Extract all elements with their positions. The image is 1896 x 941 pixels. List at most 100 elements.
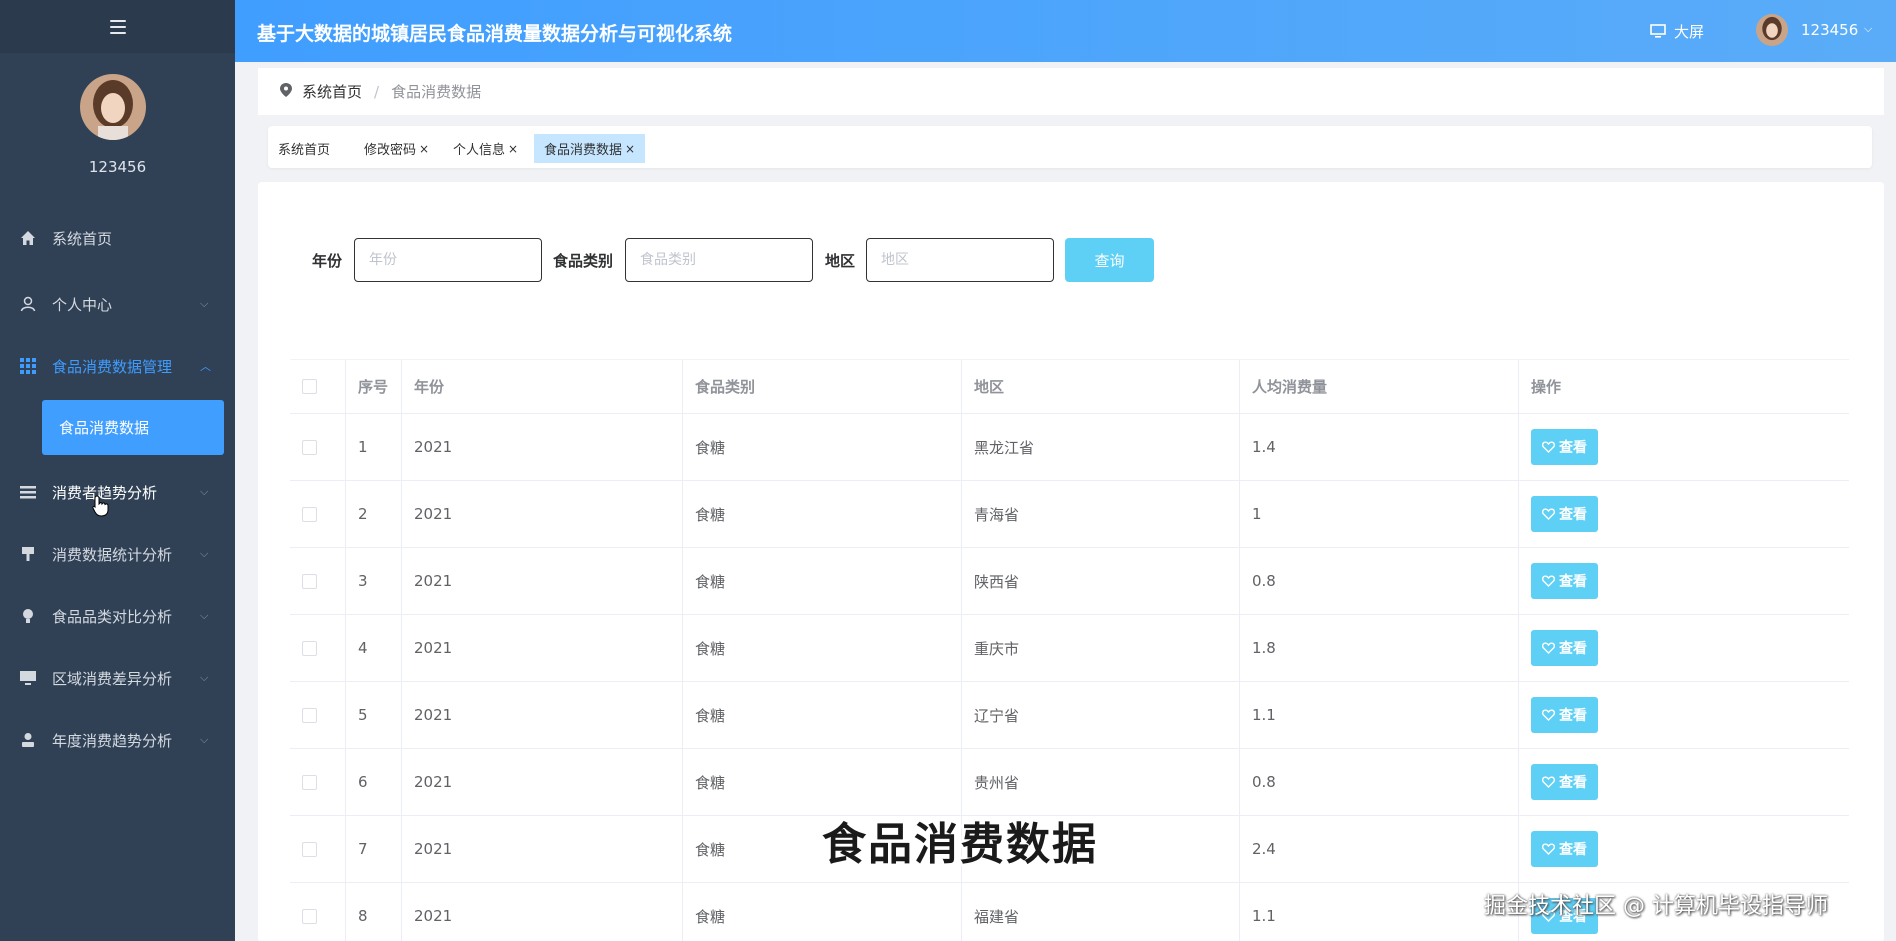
tag-label: 食品消费数据 xyxy=(544,143,623,158)
row-checkbox-cell xyxy=(290,414,346,480)
home-icon xyxy=(20,230,36,246)
table-row: 2 2021 食糖 青海省 1 查看 xyxy=(290,481,1849,548)
monitor-icon xyxy=(20,670,36,686)
close-icon[interactable]: × xyxy=(508,142,518,156)
table-cell: 黑龙江省 xyxy=(962,414,1240,480)
table-cell: 食糖 xyxy=(683,749,962,815)
chevron-down-icon: ⌵ xyxy=(200,671,209,684)
table-cell: 辽宁省 xyxy=(962,682,1240,748)
table-cell: 1.1 xyxy=(1240,883,1519,941)
select-all-checkbox-cell xyxy=(290,360,346,413)
bigscreen-link[interactable]: 大屏 xyxy=(1650,21,1704,42)
view-button-label: 查看 xyxy=(1559,440,1587,456)
col-header: 序号 xyxy=(346,360,402,413)
sidebar-item-category-compare[interactable]: 食品品类对比分析 ⌵ xyxy=(0,594,235,638)
sidebar-top xyxy=(0,0,235,53)
col-header: 食品类别 xyxy=(683,360,962,413)
table-row: 3 2021 食糖 陕西省 0.8 查看 xyxy=(290,548,1849,615)
col-header: 年份 xyxy=(402,360,683,413)
tags-view: 系统首页 修改密码 × 个人信息 × 食品消费数据 × xyxy=(268,126,1872,168)
row-checkbox[interactable] xyxy=(302,640,317,656)
view-button[interactable]: 查看 xyxy=(1531,630,1598,666)
table-cell: 食糖 xyxy=(683,615,962,681)
table-cell: 青海省 xyxy=(962,481,1240,547)
view-button-label: 查看 xyxy=(1559,507,1587,523)
chevron-down-icon: ⌵ xyxy=(200,547,209,560)
top-header: 基于大数据的城镇居民食品消费量数据分析与可视化系统 大屏 123456 ⌵ xyxy=(235,0,1896,62)
row-checkbox[interactable] xyxy=(302,841,317,857)
close-icon[interactable]: × xyxy=(625,142,635,156)
tag-personal-info[interactable]: 个人信息 × xyxy=(443,134,528,163)
select-all-checkbox[interactable] xyxy=(302,379,317,394)
table-row: 5 2021 食糖 辽宁省 1.1 查看 xyxy=(290,682,1849,749)
chevron-down-icon: ⌵ xyxy=(200,609,209,622)
table-cell: 2021 xyxy=(402,615,683,681)
sidebar-item-home[interactable]: 系统首页 xyxy=(0,216,235,260)
avatar xyxy=(80,74,146,140)
table-cell: 8 xyxy=(346,883,402,941)
header-avatar[interactable] xyxy=(1756,14,1788,46)
monitor-icon xyxy=(1650,24,1666,38)
row-checkbox[interactable] xyxy=(302,707,317,723)
view-button[interactable]: 查看 xyxy=(1531,563,1598,599)
row-checkbox-cell xyxy=(290,615,346,681)
table-cell: 3 xyxy=(346,548,402,614)
sidebar-item-food-data-management[interactable]: 食品消费数据管理 ︿ xyxy=(0,344,235,388)
breadcrumb-separator: / xyxy=(374,82,380,101)
table-cell: 2021 xyxy=(402,883,683,941)
menu-toggle-icon[interactable] xyxy=(109,19,126,34)
row-checkbox[interactable] xyxy=(302,774,317,790)
table-cell: 0.8 xyxy=(1240,749,1519,815)
tag-label: 修改密码 xyxy=(364,143,417,158)
row-checkbox-cell xyxy=(290,816,346,882)
query-button[interactable]: 查询 xyxy=(1065,238,1154,282)
year-input[interactable] xyxy=(354,238,542,282)
breadcrumb: 系统首页 / 食品消费数据 xyxy=(258,68,1884,115)
row-checkbox[interactable] xyxy=(302,908,317,924)
table-row: 4 2021 食糖 重庆市 1.8 查看 xyxy=(290,615,1849,682)
sidebar-item-annual-trend[interactable]: 年度消费趋势分析 ⌵ xyxy=(0,718,235,762)
tag-food-data[interactable]: 食品消费数据 × xyxy=(534,134,646,163)
sidebar-item-consumer-trend[interactable]: 消费者趋势分析 ⌵ xyxy=(0,470,235,514)
row-checkbox[interactable] xyxy=(302,439,317,455)
sidebar-item-label: 食品消费数据管理 xyxy=(52,357,173,376)
table-cell: 1.4 xyxy=(1240,414,1519,480)
sidebar-item-label: 系统首页 xyxy=(52,229,113,248)
view-button[interactable]: 查看 xyxy=(1531,496,1598,532)
row-checkbox[interactable] xyxy=(302,506,317,522)
table-cell: 食糖 xyxy=(683,548,962,614)
breadcrumb-home[interactable]: 系统首页 xyxy=(302,81,362,102)
table-cell: 1 xyxy=(346,414,402,480)
chevron-down-icon[interactable]: ⌵ xyxy=(1864,22,1872,36)
table-cell: 2021 xyxy=(402,816,683,882)
action-cell: 查看 xyxy=(1519,816,1849,882)
view-button[interactable]: 查看 xyxy=(1531,697,1598,733)
table-row: 6 2021 食糖 贵州省 0.8 查看 xyxy=(290,749,1849,816)
sidebar-subitem-food-data[interactable]: 食品消费数据 xyxy=(42,400,224,455)
tag-home[interactable]: 系统首页 xyxy=(268,134,340,163)
header-username[interactable]: 123456 xyxy=(1801,21,1858,39)
sidebar-item-personal[interactable]: 个人中心 ⌵ xyxy=(0,282,235,326)
heart-icon xyxy=(1542,642,1555,654)
region-input[interactable] xyxy=(866,238,1054,282)
view-button[interactable]: 查看 xyxy=(1531,429,1598,465)
view-button[interactable]: 查看 xyxy=(1531,764,1598,800)
chevron-down-icon: ⌵ xyxy=(200,485,209,498)
view-button[interactable]: 查看 xyxy=(1531,831,1598,867)
table-cell: 陕西省 xyxy=(962,548,1240,614)
table-cell: 贵州省 xyxy=(962,749,1240,815)
table-cell: 2021 xyxy=(402,548,683,614)
view-button-label: 查看 xyxy=(1559,842,1587,858)
tag-change-password[interactable]: 修改密码 × xyxy=(354,134,439,163)
table-cell: 1.1 xyxy=(1240,682,1519,748)
row-checkbox[interactable] xyxy=(302,573,317,589)
close-icon[interactable]: × xyxy=(419,142,429,156)
category-input[interactable] xyxy=(625,238,813,282)
table-cell: 食糖 xyxy=(683,883,962,941)
tag-label: 系统首页 xyxy=(278,143,331,158)
sidebar-item-statistics[interactable]: 消费数据统计分析 ⌵ xyxy=(0,532,235,576)
breadcrumb-current: 食品消费数据 xyxy=(391,83,482,101)
table-cell: 2021 xyxy=(402,682,683,748)
table-cell: 1 xyxy=(1240,481,1519,547)
sidebar-item-region-diff[interactable]: 区域消费差异分析 ⌵ xyxy=(0,656,235,700)
